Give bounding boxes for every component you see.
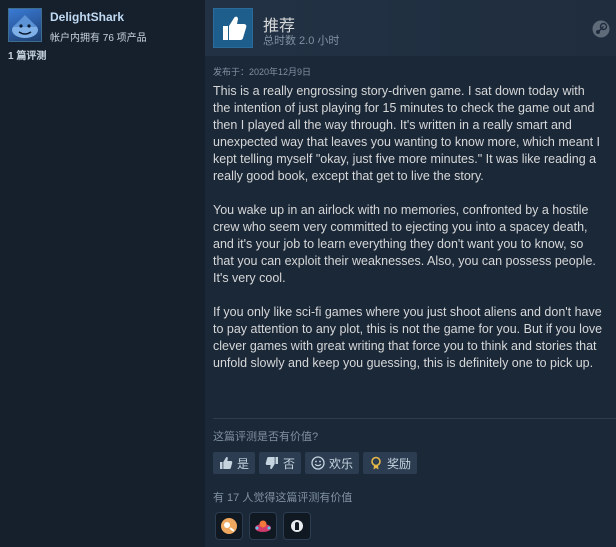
thumbs-up-icon	[220, 457, 233, 469]
review-paragraph: This is a really engrossing story-driven…	[213, 84, 601, 183]
award-badge-icon	[255, 520, 271, 532]
reviewer-panel: DelightShark 帐户内拥有 76 项产品 1 篇评测	[0, 0, 205, 547]
hours-played: 总时数 2.0 小时	[263, 35, 340, 47]
review-paragraph: You wake up in an airlock with no memori…	[213, 203, 596, 285]
avatar[interactable]	[8, 8, 42, 42]
helpful-question: 这篇评测是否有价值?	[213, 431, 319, 443]
thumbs-down-icon	[265, 457, 279, 469]
thumbs-up-icon	[213, 8, 253, 48]
award-badge-3[interactable]	[283, 512, 311, 540]
divider	[213, 418, 616, 419]
review-panel: 推荐 总时数 2.0 小时 发布于：2020年12月9日 This is a r…	[205, 0, 616, 547]
helpful-count: 有 17 人觉得这篇评测有价值	[213, 492, 353, 504]
received-awards	[215, 512, 311, 540]
vote-funny-label: 欢乐	[329, 456, 354, 471]
vote-no-label: 否	[283, 456, 296, 471]
review-paragraph: If you only like sci-fi games where you …	[213, 305, 603, 370]
vote-yes-label: 是	[237, 456, 250, 471]
award-icon	[371, 456, 381, 470]
steam-logo-icon	[592, 20, 610, 38]
review-header[interactable]: 推荐 总时数 2.0 小时	[205, 0, 616, 56]
award-badge-1[interactable]	[215, 512, 243, 540]
vote-no-button[interactable]: 否	[259, 452, 302, 474]
review-count[interactable]: 1 篇评测	[8, 47, 46, 62]
vote-buttons: 是 否 欢乐 奖励	[213, 452, 418, 474]
award-badge-2[interactable]	[249, 512, 277, 540]
vote-funny-button[interactable]: 欢乐	[305, 452, 360, 474]
award-label: 奖励	[387, 456, 412, 471]
review-text: This is a really engrossing story-driven…	[213, 83, 605, 389]
award-button[interactable]: 奖励	[363, 452, 418, 474]
vote-yes-button[interactable]: 是	[213, 452, 256, 474]
award-badge-icon	[291, 520, 303, 532]
posted-date: 发布于：2020年12月9日	[213, 67, 312, 77]
username[interactable]: DelightShark	[50, 10, 124, 24]
smiley-icon	[311, 456, 325, 470]
award-badge-icon	[221, 518, 237, 534]
products-owned[interactable]: 帐户内拥有 76 项产品	[50, 29, 147, 44]
